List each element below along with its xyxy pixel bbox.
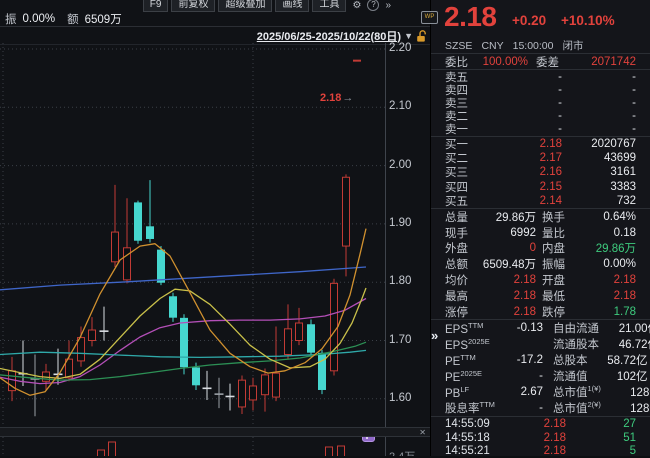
volume-axis-label: 2.4万 [389,448,415,456]
ma-lines [0,229,366,396]
last-price: 2.18 [444,1,497,33]
stats-row: 外盘0内盘29.86万 [431,240,650,256]
y-tick-label: 2.10 [389,100,411,112]
buy-row[interactable]: 买一2.182020767 [431,137,650,151]
monitor-icon: WP [421,11,438,24]
stats-row: 涨停2.18跌停1.78 [431,304,650,320]
y-tick-label: 2.00 [389,159,411,171]
y-tick-label: 1.90 [389,217,411,229]
amplitude-label: 振 [5,11,17,27]
tick-row: 14:55:182.1851 [431,431,650,445]
y-tick-label: 1.70 [389,334,411,346]
volume-plot [0,437,385,456]
stats-row: 总量29.86万换手0.64% [431,209,650,225]
chart-toolbar: F9 前复权 超级叠加 画线 工具 ⚙ ? » [0,0,430,12]
amount-label: 额 [67,11,79,27]
quote-panel: » 2.18 +0.20 +10.10% SZSE CNY 15:00:00 闭… [430,0,650,456]
weibi-label: 委比 [445,54,479,70]
buy-queue: 买一2.182020767 买二2.1743699 买三2.163161 买四2… [431,137,650,209]
buy-row[interactable]: 买五2.14732 [431,194,650,208]
y-tick-label: 1.80 [389,275,411,287]
ma-blue [0,267,366,290]
candlestick-layer [9,61,362,417]
currency-label: CNY [481,40,503,52]
amount-value: 6509万 [85,11,122,27]
stats-row: 均价2.18开盘2.18 [431,272,650,288]
draw-line-button[interactable]: 画线 [275,0,309,12]
stat-strip: 振 0.00% 额 6509万 [0,12,430,26]
pane-splitter[interactable]: ✕ [0,427,430,437]
sell-queue: 卖五-- 卖四-- 卖三-- 卖二-- 卖一-- [431,70,650,137]
last-price-tag: 2.18→ [320,92,353,104]
fin-row: 股息率TTM-总市值2(¥)128亿 [431,400,650,416]
fin-row: EPSTTM-0.13自由流通21.00亿 [431,320,650,336]
tick-row: 14:55:092.1827 [431,417,650,431]
stats-row: 总额6509.48万振幅0.00% [431,256,650,272]
tools-button[interactable]: 工具 [312,0,346,12]
weicha-label: 委差 [536,54,570,70]
weicha-value: 2071742 [570,56,636,68]
stats-row: 现手6992量比0.18 [431,225,650,241]
fin-row: PBLF2.67总市值1(¥)128亿 [431,384,650,400]
stats-row: 最高2.18最低2.18 [431,288,650,304]
sell-row[interactable]: 卖一-- [431,123,650,136]
help-icon[interactable]: ? [367,0,379,11]
buy-row[interactable]: 买二2.1743699 [431,151,650,165]
chart-pane: F9 前复权 超级叠加 画线 工具 ⚙ ? » 振 0.00% 额 6509万 … [0,0,430,456]
volume-axis-line [385,437,386,456]
exchange-label: SZSE [445,40,472,52]
forward-adjust-button[interactable]: 前复权 [171,0,215,12]
fundamentals-grid: EPSTTM-0.13自由流通21.00亿 EPS2025E流通股本46.72亿… [431,320,650,417]
expand-panel-icon[interactable]: » [431,328,438,343]
market-status: 闭市 [562,38,583,53]
arrow-right-icon: → [342,92,353,104]
y-tick-label: 2.20 [389,42,411,54]
f9-button[interactable]: F9 [143,0,169,12]
candlestick-chart[interactable]: 2.202.102.001.901.801.701.60 2.18→ F [0,43,430,427]
stats-grid: 总量29.86万换手0.64% 现手6992量比0.18 外盘0内盘29.86万… [431,209,650,321]
volume-panel[interactable]: 2.4万 [0,437,430,456]
market-status-row: SZSE CNY 15:00:00 闭市 [431,38,650,54]
y-axis-line [385,43,386,427]
close-icon[interactable]: ✕ [419,428,426,437]
weibi-row: 委比 100.00% 委差 2071742 [431,54,650,70]
price-change: +0.20 [512,13,546,28]
chevron-down-icon[interactable]: ▼ [404,31,413,41]
ma-orange [0,229,366,396]
buy-row[interactable]: 买四2.153383 [431,180,650,194]
price-header: 2.18 +0.20 +10.10% [431,0,650,38]
quote-time: 15:00:00 [513,40,554,52]
tick-list[interactable]: 14:55:092.1827 14:55:182.1851 14:55:212.… [431,417,650,458]
fin-row: PE2025E-流通值102亿 [431,368,650,384]
amplitude-value: 0.00% [23,13,56,25]
price-change-pct: +10.10% [561,13,615,28]
unlock-icon[interactable] [416,29,428,43]
fin-row: PETTM-17.2总股本58.72亿 [431,352,650,368]
date-range-selector[interactable]: 2025/06/25-2025/10/22(80日) [257,28,401,44]
more-icon[interactable]: » [382,0,394,12]
gear-icon[interactable]: ⚙ [349,0,364,12]
weibi-value: 100.00% [479,56,528,68]
super-overlay-button[interactable]: 超级叠加 [218,0,272,12]
y-tick-label: 1.60 [389,392,411,404]
fin-row: EPS2025E流通股本46.72亿 [431,336,650,352]
buy-row[interactable]: 买三2.163161 [431,165,650,179]
